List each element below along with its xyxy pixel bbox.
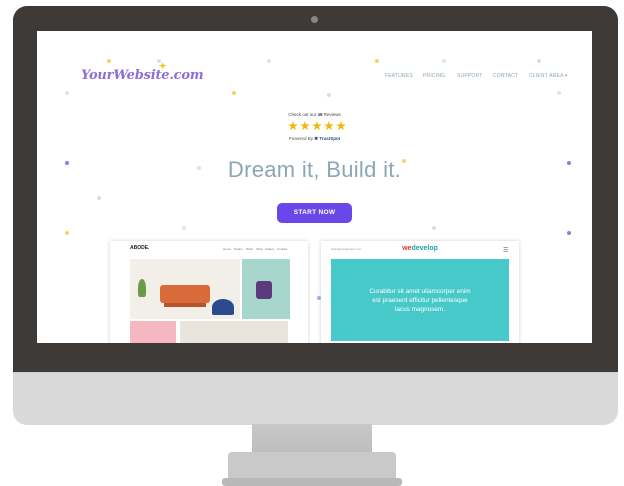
star-icon xyxy=(312,121,322,131)
trustspot-logo[interactable]: ✱ TrustSpot xyxy=(314,136,340,141)
nav-pricing[interactable]: PRICING xyxy=(423,73,445,79)
background-dot xyxy=(327,93,331,97)
background-dot xyxy=(65,91,69,95)
hero-headline: Dream it, Build it. xyxy=(227,157,402,182)
nav-contact[interactable]: CONTACT xyxy=(493,73,518,79)
star-icon xyxy=(300,121,310,131)
background-dot xyxy=(232,91,236,95)
nav-features[interactable]: FEATURES xyxy=(385,73,413,79)
dining-room-photo xyxy=(180,321,288,343)
website-screen: YourWebsite.com ✦ FEATURES PRICING SUPPO… xyxy=(37,31,592,343)
hamburger-menu-icon[interactable]: ☰ xyxy=(503,247,508,254)
star-icon xyxy=(324,121,334,131)
reviews-line: Check out our 48 Reviews xyxy=(288,112,341,117)
living-room-photo xyxy=(130,259,240,319)
background-dot xyxy=(97,196,101,200)
review-count: 48 xyxy=(317,112,323,117)
nav-support[interactable]: SUPPORT xyxy=(457,73,482,79)
sofa-base xyxy=(164,303,206,307)
star-icon xyxy=(336,121,346,131)
rating-stars[interactable] xyxy=(288,121,346,131)
start-now-button[interactable]: START NOW xyxy=(277,203,352,223)
background-dot xyxy=(182,226,186,230)
plant-icon xyxy=(138,279,146,297)
monitor-stand-foot xyxy=(222,478,402,486)
site-logo[interactable]: YourWebsite.com ✦ xyxy=(81,62,204,83)
abode-logo: ABODE. xyxy=(130,245,150,251)
monitor-stand-neck xyxy=(252,424,372,454)
pink-wall-photo xyxy=(130,321,176,343)
background-dot xyxy=(375,59,379,63)
wedevelop-logo: wedevelop xyxy=(402,245,438,252)
armchair-icon xyxy=(256,281,272,299)
powered-by: Powered By ✱ TrustSpot xyxy=(288,136,341,141)
teal-wall-photo xyxy=(242,259,290,319)
nav-client-area[interactable]: CLIENT AREA ▾ xyxy=(529,73,568,79)
logo-text: YourWebsite.com xyxy=(81,68,204,83)
star-icon xyxy=(288,121,298,131)
wd-hero-banner: Curabitur sit amet ullamcorper enim est … xyxy=(331,259,509,341)
preview-card-abode[interactable]: ABODE. Home Studio Work Shop Gallery Con… xyxy=(110,241,308,343)
background-dot xyxy=(567,231,571,235)
chair-icon xyxy=(212,299,234,315)
background-dot xyxy=(537,59,541,63)
camera-icon xyxy=(311,16,318,23)
background-dot xyxy=(442,59,446,63)
background-dot xyxy=(267,59,271,63)
background-dot xyxy=(557,91,561,95)
lightbulb-icon: ✦ xyxy=(159,62,167,72)
wd-hero-text: Curabitur sit amet ullamcorper enim est … xyxy=(369,287,471,313)
background-dot xyxy=(107,59,111,63)
sofa-icon xyxy=(160,285,210,303)
background-dot xyxy=(432,226,436,230)
monitor-chin xyxy=(13,372,618,425)
preview-card-wedevelop[interactable]: hello@wedevelop.com wedevelop ☰ Curabitu… xyxy=(321,241,519,343)
background-dot xyxy=(65,231,69,235)
